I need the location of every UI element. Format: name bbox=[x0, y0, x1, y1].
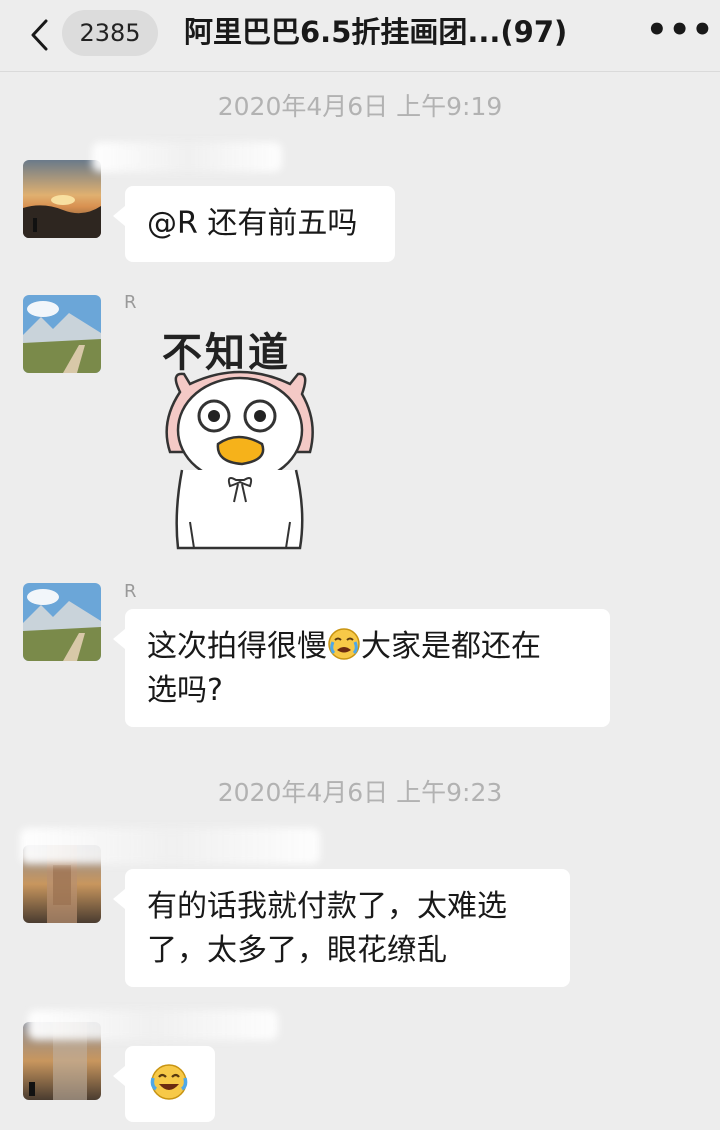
chat-header: 2385 阿里巴巴6.5折挂画团...(97) ••• bbox=[0, 0, 720, 72]
sender-name: R bbox=[124, 581, 137, 602]
more-dots-icon[interactable]: ••• bbox=[646, 13, 713, 48]
crying-face-emoji bbox=[327, 627, 361, 661]
chat-title: 阿里巴巴6.5折挂画团...(97) bbox=[184, 15, 568, 49]
message-text: 这次拍得很慢 bbox=[147, 629, 327, 664]
unread-count-badge[interactable]: 2385 bbox=[62, 10, 158, 56]
message-text: 有的话我就付款了，太难选 bbox=[147, 889, 507, 924]
blurred-sender-name bbox=[28, 1010, 278, 1040]
sunset-avatar[interactable] bbox=[23, 160, 101, 238]
laughing-tears-emoji bbox=[149, 1062, 189, 1102]
blurred-sender-name bbox=[92, 142, 282, 172]
message-text: 选吗? bbox=[147, 673, 223, 708]
mountain-avatar[interactable] bbox=[23, 583, 101, 661]
sender-name: R bbox=[124, 292, 137, 313]
message-bubble[interactable] bbox=[113, 1046, 215, 1122]
mountain-avatar[interactable] bbox=[23, 295, 101, 373]
pig-hood-duck-sticker[interactable]: 不知道 bbox=[150, 312, 340, 557]
message-text: 大家是都还在 bbox=[361, 629, 541, 664]
message-bubble[interactable]: @R 还有前五吗 bbox=[113, 186, 395, 262]
message-text: 了，太多了，眼花缭乱 bbox=[147, 933, 447, 968]
chevron-left-icon[interactable] bbox=[26, 18, 56, 52]
blurred-sender-name bbox=[20, 828, 320, 864]
message-bubble[interactable]: 这次拍得很慢 大家是都还在 选吗? bbox=[113, 609, 610, 727]
timestamp: 2020年4月6日 上午9:23 bbox=[217, 778, 503, 807]
timestamp: 2020年4月6日 上午9:19 bbox=[217, 92, 503, 121]
message-bubble[interactable]: 有的话我就付款了，太难选 了，太多了，眼花缭乱 bbox=[113, 869, 570, 987]
